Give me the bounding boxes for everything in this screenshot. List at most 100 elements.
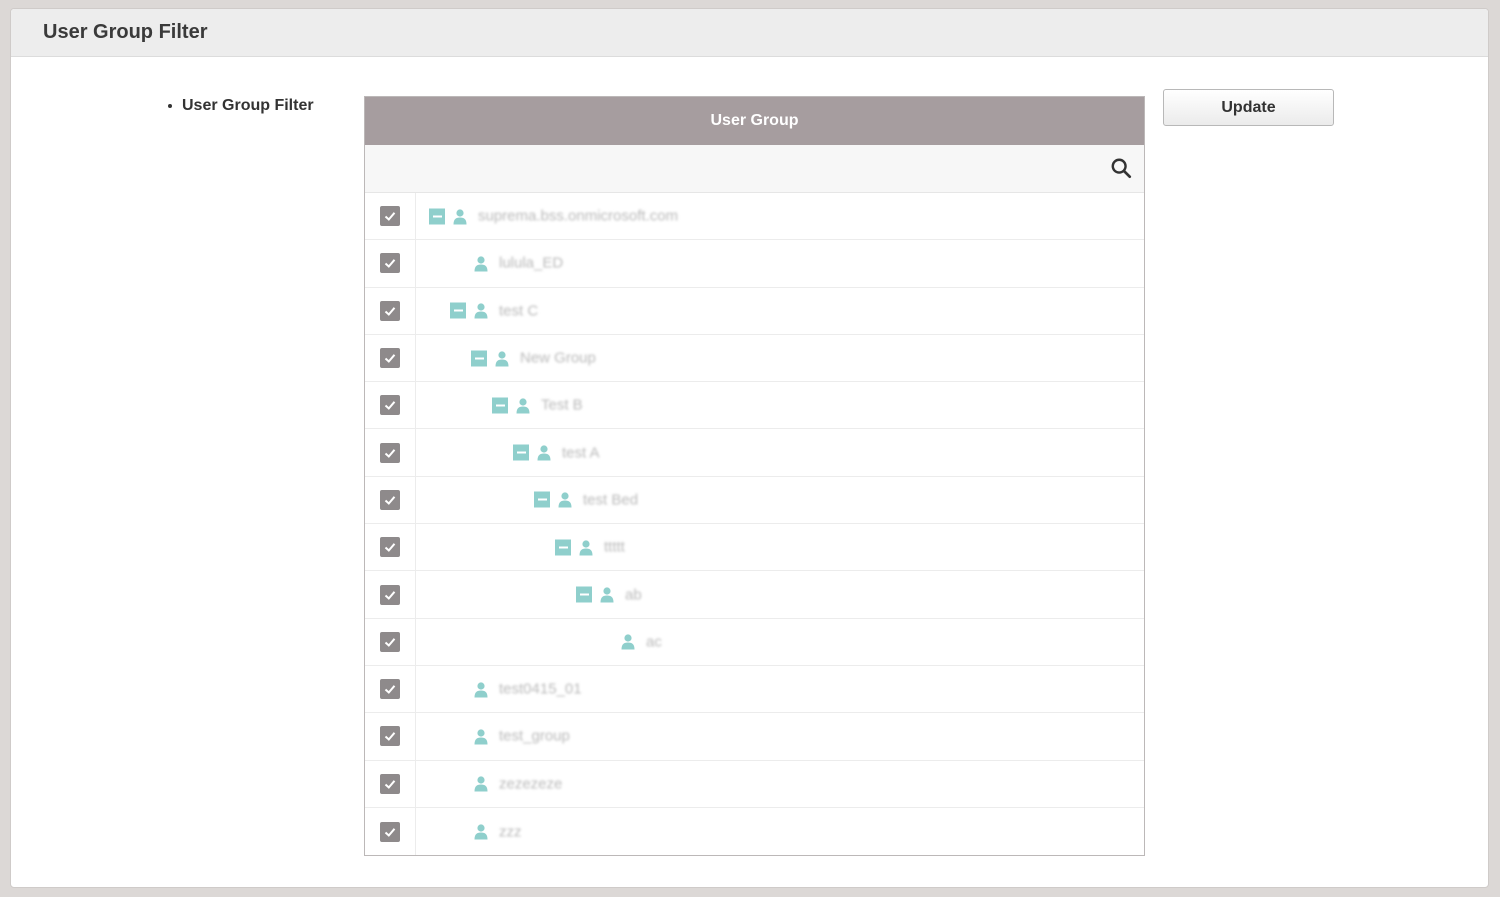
user-group-icon	[516, 398, 530, 414]
collapse-icon[interactable]	[555, 539, 571, 556]
group-name[interactable]: test Bed	[583, 491, 638, 508]
checkbox-cell	[365, 760, 416, 807]
tree-node: test_group	[473, 728, 570, 745]
user-group-icon	[474, 303, 488, 319]
checkbox-cell	[365, 382, 416, 429]
tree-header: User Group	[365, 97, 1144, 145]
tree-node: Test B	[492, 397, 583, 414]
collapse-icon[interactable]	[576, 586, 592, 603]
row-checkbox[interactable]	[380, 300, 400, 321]
row-checkbox[interactable]	[380, 679, 400, 700]
checkbox-cell	[365, 193, 416, 240]
row-checkbox[interactable]	[380, 537, 400, 558]
tree-node-cell: zzz	[416, 808, 1144, 855]
tree-row: test Bed	[365, 476, 1144, 525]
user-group-icon	[474, 256, 488, 272]
check-icon	[384, 543, 396, 553]
group-name[interactable]: New Group	[520, 350, 596, 367]
row-checkbox[interactable]	[380, 442, 400, 463]
check-icon	[384, 637, 396, 647]
tree-node-cell: test A	[416, 429, 1144, 475]
row-checkbox[interactable]	[380, 773, 400, 794]
search-icon[interactable]	[1110, 157, 1132, 179]
check-icon	[384, 732, 396, 742]
group-name[interactable]: ttttt	[604, 539, 625, 556]
checkbox-cell	[365, 665, 416, 713]
collapse-icon[interactable]	[492, 397, 508, 414]
tree-row: ac	[365, 618, 1144, 666]
group-name[interactable]: zzz	[499, 823, 522, 840]
group-name[interactable]: suprema.bss.onmicrosoft.com	[478, 208, 678, 225]
checkbox-cell	[365, 571, 416, 618]
group-name[interactable]: zezezeze	[499, 775, 562, 792]
row-checkbox[interactable]	[380, 348, 400, 369]
tree-node-cell: test C	[416, 288, 1144, 334]
tree-row: New Group	[365, 334, 1144, 383]
tree-node: ab	[576, 586, 642, 603]
collapse-icon[interactable]	[534, 491, 550, 508]
tree-node: lulula_ED	[473, 255, 563, 272]
group-name[interactable]: test C	[499, 302, 538, 319]
tree-node-cell: test Bed	[416, 477, 1144, 523]
tree-row: suprema.bss.onmicrosoft.com	[365, 193, 1144, 241]
tree-row: ab	[365, 571, 1144, 619]
check-icon	[384, 448, 396, 458]
user-group-icon	[621, 634, 635, 650]
collapse-icon[interactable]	[513, 444, 529, 461]
group-name[interactable]: test0415_01	[499, 681, 582, 698]
row-checkbox[interactable]	[380, 489, 400, 510]
row-checkbox[interactable]	[380, 821, 400, 842]
tree-node: New Group	[471, 350, 596, 367]
tree-node: test C	[450, 302, 538, 319]
field-label-text: User Group Filter	[182, 97, 314, 114]
checkbox-cell	[365, 807, 416, 855]
tree-node-cell: ab	[416, 571, 1144, 617]
row-checkbox[interactable]	[380, 584, 400, 605]
row-checkbox[interactable]	[380, 206, 400, 227]
collapse-icon[interactable]	[429, 208, 445, 225]
collapse-icon[interactable]	[450, 302, 466, 319]
group-name[interactable]: ac	[646, 633, 662, 650]
bullet-icon	[168, 104, 172, 108]
tree-node: ac	[620, 633, 662, 650]
row-checkbox[interactable]	[380, 631, 400, 652]
user-group-icon	[537, 445, 551, 461]
group-name[interactable]: test A	[562, 444, 600, 461]
tree-node: test A	[513, 444, 600, 461]
checkbox-cell	[365, 240, 416, 287]
check-icon	[384, 779, 396, 789]
tree-node-cell: ac	[416, 619, 1144, 665]
group-name[interactable]: ab	[625, 586, 642, 603]
user-group-icon	[474, 682, 488, 698]
tree-row: test_group	[365, 713, 1144, 761]
tree-node-cell: lulula_ED	[416, 240, 1144, 286]
row-checkbox[interactable]	[380, 726, 400, 747]
update-button[interactable]: Update	[1163, 89, 1334, 126]
row-checkbox[interactable]	[380, 395, 400, 416]
checkbox-cell	[365, 713, 416, 760]
user-group-icon	[474, 729, 488, 745]
collapse-icon[interactable]	[471, 350, 487, 367]
user-group-icon	[579, 540, 593, 556]
user-group-icon	[600, 587, 614, 603]
row-checkbox[interactable]	[380, 253, 400, 274]
tree-node: suprema.bss.onmicrosoft.com	[429, 208, 678, 225]
check-icon	[384, 590, 396, 600]
user-group-tree: User Group suprema.bss.onmicrosoft.com lu…	[364, 96, 1145, 856]
user-group-icon	[474, 824, 488, 840]
tree-row: test A	[365, 429, 1144, 477]
tree-node: zezezeze	[473, 775, 562, 792]
group-name[interactable]: lulula_ED	[499, 255, 563, 272]
tree-node-cell: New Group	[416, 335, 1144, 381]
checkbox-cell	[365, 524, 416, 571]
tree-node-cell: ttttt	[416, 524, 1144, 570]
group-name[interactable]: Test B	[541, 397, 583, 414]
check-icon	[384, 685, 396, 695]
group-name[interactable]: test_group	[499, 728, 570, 745]
panel-header: User Group Filter	[11, 9, 1488, 57]
check-icon	[384, 827, 396, 837]
tree-node-cell: Test B	[416, 382, 1144, 428]
checkbox-cell	[365, 618, 416, 665]
tree-search-row	[365, 145, 1144, 193]
check-icon	[384, 401, 396, 411]
